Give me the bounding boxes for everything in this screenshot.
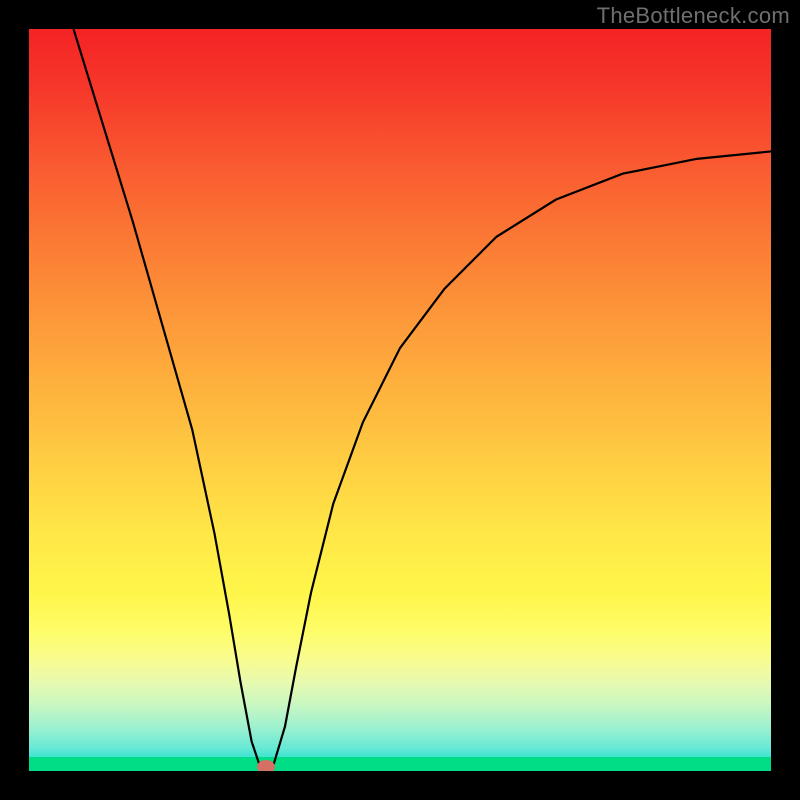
plot-area [29, 29, 771, 771]
curve-svg [29, 29, 771, 771]
bottleneck-curve [74, 29, 771, 767]
chart-frame: TheBottleneck.com [0, 0, 800, 800]
optimum-marker [257, 760, 275, 771]
watermark-text: TheBottleneck.com [597, 3, 790, 29]
